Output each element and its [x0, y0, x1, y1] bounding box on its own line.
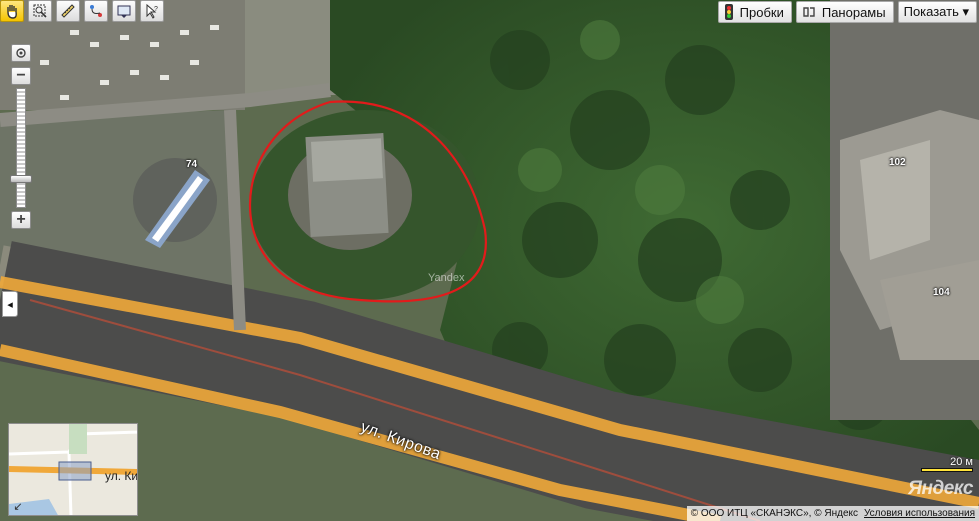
yandex-watermark: Yandex [428, 272, 465, 284]
zoom-out-button[interactable]: − [11, 67, 31, 85]
scale-bar [921, 468, 973, 472]
traffic-button[interactable]: Пробки [717, 1, 792, 23]
layer-controls: Пробки Панорамы Показать ▾ [717, 1, 977, 23]
hand-tool-button[interactable] [0, 0, 24, 22]
copyright-bar: © ООО ИТЦ «СКАНЭКС», © Яндекс Условия ис… [686, 506, 979, 521]
magnifier-tool-button[interactable] [28, 0, 52, 22]
show-label: Показать ▾ [903, 4, 969, 19]
panoramas-button[interactable]: Панорамы [795, 1, 894, 23]
zoom-slider[interactable] [10, 88, 32, 208]
locate-button[interactable] [11, 44, 31, 62]
hand-icon [7, 5, 17, 19]
overview-minimap[interactable]: ул. Ки ↙ [8, 423, 138, 516]
yandex-logo[interactable]: Яндекс [908, 478, 973, 500]
scale-label: 20 м [950, 456, 973, 468]
building-number-102: 102 [889, 157, 906, 168]
building-number-74: 74 [186, 159, 198, 170]
zoom-in-button[interactable]: + [11, 211, 31, 229]
building-number-104: 104 [933, 287, 950, 298]
panoramas-label: Панорамы [821, 4, 886, 20]
help-tool-button[interactable]: ? [140, 0, 164, 22]
panorama-camera-icon [803, 7, 815, 17]
magnifier-icon [33, 4, 47, 18]
zoom-control: − + [10, 44, 32, 229]
terms-of-use-link[interactable]: Условия использования [864, 508, 975, 519]
traffic-label: Пробки [739, 4, 784, 20]
locate-target-icon [16, 48, 26, 58]
route-tool-button[interactable] [84, 0, 108, 22]
svg-text:?: ? [154, 6, 158, 13]
ruler-icon [61, 4, 75, 18]
copyright-text: © ООО ИТЦ «СКАНЭКС», © Яндекс [690, 508, 858, 519]
zoom-slider-track [16, 88, 26, 208]
minimap-street-label: ул. Ки [105, 469, 138, 483]
route-icon [90, 5, 102, 17]
show-layers-dropdown[interactable]: Показать ▾ [897, 1, 977, 23]
minimap-collapse-icon[interactable]: ↙ [11, 499, 25, 513]
print-tool-button[interactable] [112, 0, 136, 22]
satellite-imagery [0, 0, 979, 521]
traffic-light-icon [724, 4, 733, 20]
zoom-slider-handle[interactable] [10, 175, 32, 184]
ruler-tool-button[interactable] [56, 0, 80, 22]
help-cursor-icon: ? [146, 3, 158, 19]
satellite-map[interactable]: 74 102 104 Yandex ул. Кирова [0, 0, 979, 521]
map-toolbar: ? [0, 0, 164, 22]
print-icon [117, 5, 131, 18]
map-scale: 20 м [913, 456, 973, 472]
collapse-panel-button[interactable]: ◂ [2, 291, 18, 317]
